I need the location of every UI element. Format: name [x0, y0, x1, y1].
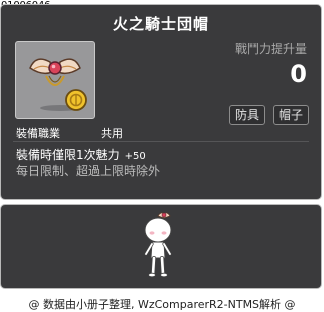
credit-text: @ 数据由小册子整理, WzComparerR2-NTMS解析 @: [28, 298, 296, 311]
equip-effect: 裝備時僅限1次魅力 +50: [16, 146, 146, 163]
item-name: 火之騎士団帽: [112, 15, 209, 33]
combat-power-gain-label: 戰鬥力提升量: [234, 42, 307, 56]
required-job-value: 共用: [101, 127, 123, 140]
winged-emblem-hat-icon: [29, 58, 87, 111]
category-tag-armor: 防具: [229, 105, 266, 125]
equip-effect-text: 裝備時僅限1次魅力: [16, 148, 120, 162]
item-icon-frame: [15, 41, 95, 119]
limit-notice: 每日限制、超過上限時除外: [16, 164, 161, 178]
combat-power-gain-value: 0: [290, 60, 307, 88]
required-job-label: 裝備職業: [16, 127, 60, 140]
character-avatar-icon: [144, 212, 172, 278]
item-tooltip-card: 火之騎士団帽 戰鬥力提升量 0 防具 帽子 裝備職業 共用 裝備時僅限1次魅力 …: [0, 4, 322, 200]
equip-effect-value: +50: [124, 151, 146, 162]
divider: [13, 141, 309, 142]
category-tag-hat: 帽子: [273, 105, 310, 125]
